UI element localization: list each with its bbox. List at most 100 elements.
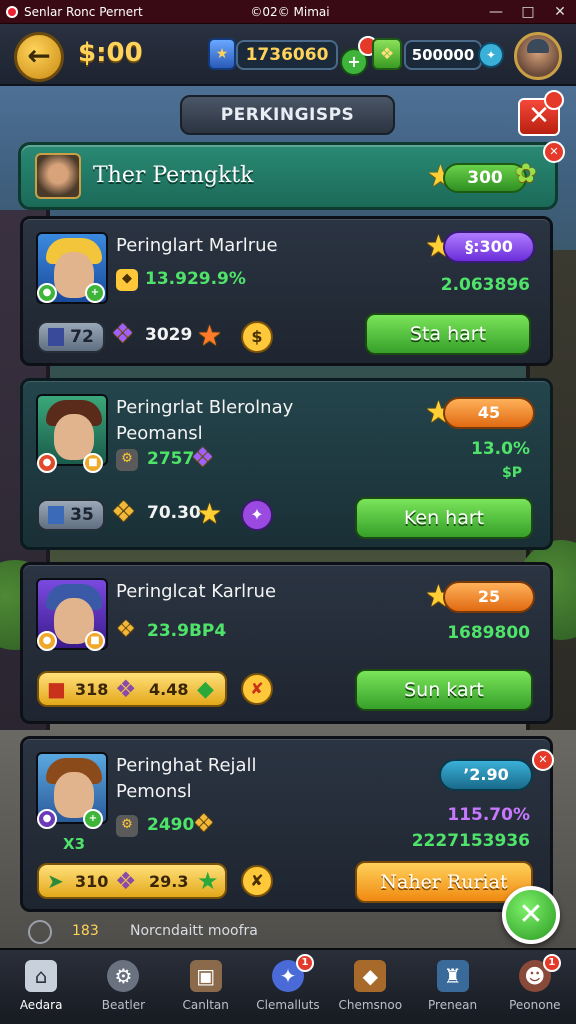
mission-card-3: ● ■ Peringlcat Karlrue ❖ 23.9BP4 ★ 25 16… [20, 562, 553, 724]
window-titlebar: Senlar Ronc Pernert ©02© Mimai — □ ✕ [0, 0, 576, 24]
back-button[interactable]: ← [14, 32, 64, 82]
card-action-button[interactable]: Ken hart [355, 497, 533, 539]
box-icon: ❖ [115, 867, 137, 895]
gear-icon: ⚙ [116, 815, 138, 837]
card-icon [48, 506, 65, 524]
app-logo-icon [6, 5, 18, 18]
nav-item-clemalluts[interactable]: ✦ 1 Clemalluts [247, 950, 329, 1024]
card-action-button[interactable]: Sta hart [365, 313, 531, 355]
counter-value: 35 [70, 505, 94, 525]
gem-icon: ❖ [111, 495, 137, 528]
crystal-icon: ❖ [191, 443, 215, 473]
card-bottom-value: 3029 [145, 325, 193, 345]
chest-icon: ■ [47, 677, 66, 701]
resource-b-value: 500000 [404, 40, 482, 70]
box-icon: ❖ [115, 675, 137, 703]
star-icon: ★ [197, 319, 223, 352]
bottom-navigation: ⌂ Aedara ⚙ Beatler ▣ Canltan ✦ 1 Clemall… [0, 948, 576, 1024]
nav-label: Chemsnoo [338, 998, 403, 1012]
nav-item-chemsnoo[interactable]: ◆ Chemsnoo [329, 950, 411, 1024]
mission-card-2: ● ■ Peringrlat Blerolnay Peomansl ⚙ 2757… [20, 378, 553, 550]
mission-card-4: ● + X3 Peringhat Rejall Pemonsl ⚙ 2490 ❖… [20, 736, 554, 912]
nav-item-peonone[interactable]: ☻ 1 Peonone [494, 950, 576, 1024]
maximize-button[interactable]: □ [512, 4, 544, 20]
card-stat-primary: 2757 [147, 449, 195, 469]
card-reward: 45 [443, 397, 535, 429]
star-icon: ★ [197, 497, 223, 530]
level-badge-icon: ● [37, 453, 57, 473]
reward-strip: ■ 318 ❖ 4.48 ◆ [37, 671, 227, 707]
level-badge-icon: ● [37, 809, 57, 829]
coin-icon: $ [241, 321, 273, 353]
nav-item-beatler[interactable]: ⚙ Beatler [82, 950, 164, 1024]
plus-badge-icon: + [85, 283, 105, 303]
home-icon: ⌂ [25, 960, 58, 992]
emerald-icon: ◆ [197, 677, 214, 702]
info-count: 183 [72, 923, 99, 939]
gem-icon: ❖ [116, 617, 136, 642]
side-mark: X3 [63, 835, 86, 853]
settings-icon [28, 920, 52, 944]
card-action-button[interactable]: Sun kart [355, 669, 533, 711]
crystal-icon: ❖ [111, 319, 135, 349]
card-stat-right-1: 115.70% [447, 805, 530, 825]
card-stat-right-1: 13.0% [471, 439, 530, 459]
close-icon: ✕ [518, 897, 544, 932]
leaf-icon: ✿ [515, 159, 537, 189]
header-title: Ther Perngktk [93, 163, 254, 188]
card-title-line1: Peringrlat Blerolnay [116, 397, 294, 418]
arrow-icon: ➤ [47, 869, 64, 893]
close-window-button[interactable]: ✕ [544, 4, 576, 20]
nav-badge: 1 [542, 954, 561, 972]
card-stat-right: 2.063896 [440, 275, 530, 295]
card-action-button[interactable]: Naher Ruriat [355, 861, 533, 903]
card-title: Peringlart Marlrue [116, 235, 278, 256]
nav-item-home[interactable]: ⌂ Aedara [0, 950, 82, 1024]
nav-item-canltan[interactable]: ▣ Canltan [165, 950, 247, 1024]
lock-badge-icon: ■ [85, 631, 105, 651]
mission-card-1: ● + Peringlart Marlrue ◆ 13.929.9% ★ §:3… [20, 216, 553, 366]
strip-value-a: 310 [75, 872, 109, 891]
window-title: ©02© Mimai [250, 4, 330, 19]
strip-value-a: 318 [75, 680, 109, 699]
card-stat-right-2: $P [501, 465, 522, 481]
castle-icon: ♜ [436, 960, 469, 992]
player-avatar[interactable] [514, 32, 562, 80]
card-bottom-value: 70.30 [147, 503, 201, 523]
nav-label: Aedara [19, 998, 63, 1012]
card-stat-primary: 13.929.9% [145, 269, 246, 289]
gem-box-icon: ❖ [372, 38, 402, 70]
card-reward: ’2.90 [439, 759, 533, 791]
bottom-info-row: 183 Norcndaitt moofra [20, 918, 480, 948]
close-fab-button[interactable]: ✕ [502, 886, 560, 944]
card-counter: 35 [37, 499, 105, 531]
card-stat-right: 1689800 [447, 623, 530, 643]
bonus-icon: ◆ [116, 269, 138, 291]
card-stat-primary: 23.9BP4 [147, 621, 227, 641]
card-reward: 25 [443, 581, 535, 613]
card-stat-primary: 2490 [147, 815, 195, 835]
header-close-badge[interactable]: ✕ [543, 141, 565, 163]
level-badge-icon: ● [37, 283, 57, 303]
nav-label: Beatler [101, 998, 146, 1012]
diamond-icon[interactable]: ✦ [478, 42, 504, 68]
card-title-line2: Pemonsl [116, 781, 192, 802]
chest-icon: ◆ [354, 960, 387, 992]
level-badge-icon: ● [37, 631, 57, 651]
coin-balance: $:00 [78, 38, 143, 68]
card-counter: 72 [37, 321, 105, 353]
header-avatar [35, 153, 81, 199]
mission-header-card: Ther Perngktk ★ 300 ✿ ✕ [18, 141, 565, 210]
card-close-badge[interactable]: ✕ [532, 749, 554, 771]
nav-label: Prenean [428, 998, 478, 1012]
card-title: Peringrlat Blerolnay Peomansl [116, 395, 293, 447]
card-title: Peringhat Rejall Pemonsl [116, 753, 257, 805]
minimize-button[interactable]: — [480, 4, 512, 20]
card-reward: §:300 [443, 231, 535, 263]
sword-icon: ✘ [241, 673, 273, 705]
app-name: Senlar Ronc Pernert [24, 4, 143, 19]
crate-icon: ▣ [189, 960, 222, 992]
top-resource-bar: ← $:00 ★ 1736060 + ❖ 500000 ✦ [0, 24, 576, 86]
nav-item-prenean[interactable]: ♜ Prenean [411, 950, 493, 1024]
gem-icon: ❖ [193, 809, 215, 837]
